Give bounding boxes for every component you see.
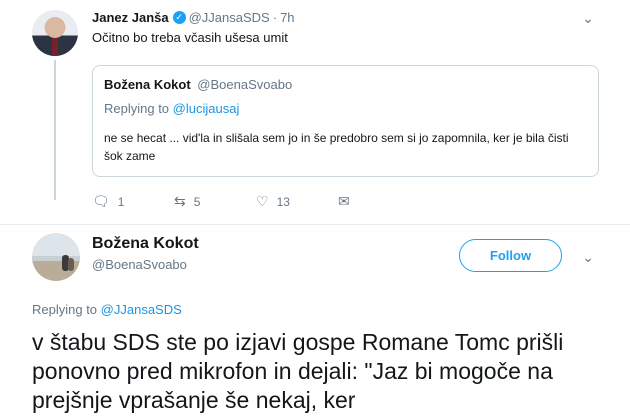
direct-message-button[interactable]: ✉ (338, 193, 378, 210)
verified-badge-icon: ✓ (172, 11, 186, 24)
author-handle[interactable]: @JJansaSDS (189, 10, 270, 25)
author-name[interactable]: Božena Kokot (92, 235, 199, 253)
replying-to: Replying to @JJansaSDS (32, 302, 182, 317)
parent-tweet-header: Janez Janša ✓ @JJansaSDS · 7h (92, 10, 295, 25)
replying-to-label: Replying to (32, 302, 98, 317)
reply-count: 1 (117, 194, 125, 209)
main-tweet-header: Božena Kokot @BoenaSvoabo Follow ⌄ (0, 225, 630, 295)
author-handle[interactable]: @BoenaSvoabo (92, 257, 187, 272)
replying-to-handle-link[interactable]: @JJansaSDS (101, 302, 182, 317)
replying-to-label: Replying to (104, 101, 170, 116)
retweet-icon: ⇆ (174, 193, 186, 209)
reply-icon: 🗨 (92, 193, 110, 209)
tweet-text: Očitno bo treba včasih ušesa umit (92, 30, 288, 45)
replying-to-handle-link[interactable]: @lucijausaj (173, 101, 240, 116)
reply-button[interactable]: 🗨 1 (92, 193, 174, 210)
quoted-replying-to: Replying to @lucijausaj (104, 101, 239, 116)
like-count: 13 (276, 194, 290, 209)
parent-tweet[interactable]: Janez Janša ✓ @JJansaSDS · 7h ⌄ Očitno b… (0, 0, 630, 225)
tweet-actions: 🗨 1 ⇆ 5 ♡ 13 ✉ (92, 193, 378, 210)
retweet-count: 5 (193, 194, 201, 209)
thread-connector-line (54, 60, 56, 200)
avatar[interactable] (32, 233, 80, 281)
quoted-tweet[interactable]: Božena Kokot @BoenaSvoabo Replying to @l… (92, 65, 599, 177)
like-button[interactable]: ♡ 13 (256, 193, 338, 210)
author-name[interactable]: Janez Janša (92, 10, 169, 25)
tweet-timestamp[interactable]: 7h (280, 10, 294, 25)
heart-icon: ♡ (256, 193, 269, 209)
chevron-down-icon[interactable]: ⌄ (582, 10, 594, 27)
follow-button[interactable]: Follow (459, 239, 562, 272)
main-tweet-text: v štabu SDS ste po izjavi gospe Romane T… (32, 329, 564, 413)
mail-icon: ✉ (338, 193, 350, 209)
quoted-author-handle: @BoenaSvoabo (197, 77, 293, 92)
separator-dot: · (272, 10, 278, 25)
quoted-tweet-header: Božena Kokot @BoenaSvoabo (104, 77, 292, 92)
quoted-author-name: Božena Kokot (104, 77, 191, 92)
avatar[interactable] (32, 10, 78, 56)
retweet-button[interactable]: ⇆ 5 (174, 193, 256, 210)
chevron-down-icon[interactable]: ⌄ (582, 249, 594, 266)
quoted-tweet-text: ne se hecat ... vid'la in slišala sem jo… (104, 131, 569, 163)
